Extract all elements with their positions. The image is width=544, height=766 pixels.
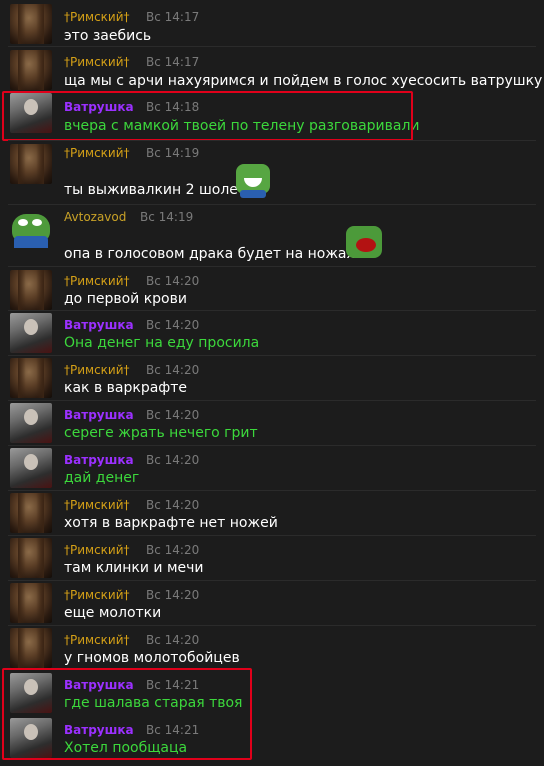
message: Ватрушка Вс 14:20 дай денег	[0, 445, 544, 490]
chat-log: †Римский† Вс 14:17 это заебись †Римский†…	[0, 0, 544, 766]
message-text: у гномов молотобойцев	[64, 650, 240, 666]
message: †Римский† Вс 14:17 ща мы с арчи нахуярим…	[0, 46, 544, 90]
avatar[interactable]	[10, 358, 52, 398]
avatar[interactable]	[10, 493, 52, 533]
message: †Римский† Вс 14:20 еще молотки	[0, 580, 544, 625]
message-text: ты выживалкин 2 шоле	[64, 182, 238, 198]
message: †Римский† Вс 14:17 это заебись	[0, 0, 544, 46]
message-text: это заебись	[64, 28, 152, 44]
avatar[interactable]	[10, 403, 52, 443]
author-name[interactable]: †Римский†	[64, 55, 130, 69]
message-text: сереге жрать нечего грит	[64, 425, 258, 441]
message: Avtozavod Вс 14:19 опа в голосовом драка…	[0, 204, 544, 266]
avatar[interactable]	[10, 628, 52, 668]
message-text: еще молотки	[64, 605, 162, 621]
timestamp: Вс 14:17	[146, 10, 200, 24]
avatar[interactable]	[10, 313, 52, 353]
highlight-box	[2, 91, 413, 141]
avatar[interactable]	[10, 448, 52, 488]
avatar[interactable]	[10, 538, 52, 578]
pepe-scream-emote-icon	[346, 226, 382, 258]
message-text: опа в голосовом драка будет на ножах	[64, 246, 355, 262]
message-text: Она денег на еду просила	[64, 335, 260, 351]
author-name[interactable]: †Римский†	[64, 498, 130, 512]
author-name[interactable]: †Римский†	[64, 363, 130, 377]
author-name[interactable]: Ватрушка	[64, 318, 134, 332]
timestamp: Вс 14:20	[146, 408, 200, 422]
timestamp: Вс 14:20	[146, 274, 200, 288]
message-text: до первой крови	[64, 291, 187, 307]
author-name[interactable]: †Римский†	[64, 274, 130, 288]
message: †Римский† Вс 14:20 хотя в варкрафте нет …	[0, 490, 544, 535]
message-text: как в варкрафте	[64, 380, 188, 396]
message: †Римский† Вс 14:20 как в варкрафте	[0, 355, 544, 400]
avatar[interactable]	[10, 50, 52, 90]
message: †Римский† Вс 14:20 там клинки и мечи	[0, 535, 544, 580]
avatar[interactable]	[10, 583, 52, 623]
author-name[interactable]: Ватрушка	[64, 408, 134, 422]
author-name[interactable]: †Римский†	[64, 588, 130, 602]
timestamp: Вс 14:20	[146, 453, 200, 467]
author-name[interactable]: †Римский†	[64, 633, 130, 647]
message: †Римский† Вс 14:20 у гномов молотобойцев	[0, 625, 544, 670]
avatar[interactable]	[10, 270, 52, 310]
message: Ватрушка Вс 14:20 сереге жрать нечего гр…	[0, 400, 544, 445]
avatar[interactable]	[10, 208, 52, 248]
author-name[interactable]: Avtozavod	[64, 210, 126, 224]
pepe-laugh-emote-icon	[236, 164, 270, 198]
message-text: хотя в варкрафте нет ножей	[64, 515, 278, 531]
author-name[interactable]: Ватрушка	[64, 453, 134, 467]
avatar[interactable]	[10, 144, 52, 184]
highlight-box	[2, 668, 252, 760]
timestamp: Вс 14:17	[146, 55, 200, 69]
timestamp: Вс 14:20	[146, 543, 200, 557]
avatar[interactable]	[10, 4, 52, 44]
message-text: дай денег	[64, 470, 140, 486]
author-name[interactable]: †Римский†	[64, 543, 130, 557]
timestamp: Вс 14:19	[146, 146, 200, 160]
message: †Римский† Вс 14:20 до первой крови	[0, 266, 544, 310]
timestamp: Вс 14:20	[146, 588, 200, 602]
message: Ватрушка Вс 14:20 Она денег на еду проси…	[0, 310, 544, 355]
timestamp: Вс 14:20	[146, 318, 200, 332]
timestamp: Вс 14:20	[146, 633, 200, 647]
message-text: ща мы с арчи нахуяримся и пойдем в голос…	[64, 73, 543, 89]
timestamp: Вс 14:19	[140, 210, 194, 224]
author-name[interactable]: †Римский†	[64, 146, 130, 160]
timestamp: Вс 14:20	[146, 498, 200, 512]
message-text: там клинки и мечи	[64, 560, 204, 576]
timestamp: Вс 14:20	[146, 363, 200, 377]
author-name[interactable]: †Римский†	[64, 10, 130, 24]
message: †Римский† Вс 14:19 ты выживалкин 2 шоле	[0, 140, 544, 204]
